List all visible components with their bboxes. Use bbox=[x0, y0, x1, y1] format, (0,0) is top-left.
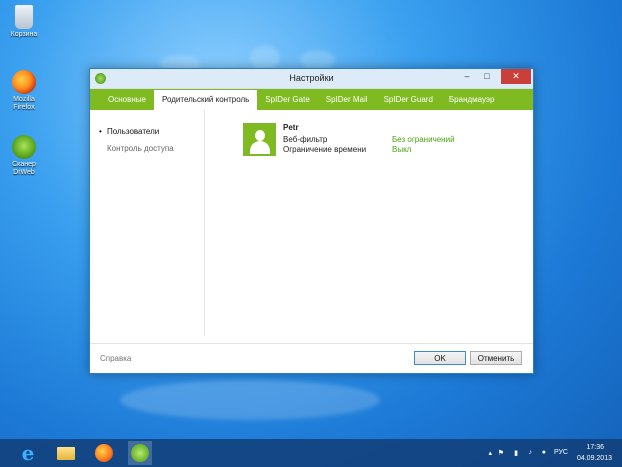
clock-time[interactable]: 17:36 bbox=[586, 444, 604, 451]
web-filter-value[interactable]: Без ограничений bbox=[392, 135, 455, 144]
tab-spider-guard[interactable]: SpIDer Guard bbox=[376, 89, 441, 110]
maximize-button[interactable]: □ bbox=[477, 69, 497, 84]
desktop-icon-firefox[interactable]: Mozilla Firefox bbox=[2, 70, 46, 112]
desktop-icon-drweb-scanner[interactable]: Сканер DrWeb bbox=[2, 135, 46, 177]
internet-explorer-icon[interactable]: e bbox=[16, 441, 40, 465]
dialog-footer: Справка OK Отменить bbox=[90, 343, 533, 373]
nav-item-users[interactable]: Пользователи bbox=[99, 127, 159, 136]
ok-button[interactable]: OK bbox=[414, 351, 466, 365]
settings-window: Настройки – □ ✕ Основные Родительский ко… bbox=[89, 68, 534, 374]
wallpaper-streak bbox=[120, 380, 380, 420]
drweb-scanner-icon bbox=[12, 135, 36, 159]
minimize-button[interactable]: – bbox=[457, 69, 477, 84]
tab-main[interactable]: Основные bbox=[100, 89, 154, 110]
drweb-icon[interactable] bbox=[128, 441, 152, 465]
desktop-icon-recycle-bin[interactable]: Корзина bbox=[2, 5, 46, 39]
clock-date[interactable]: 04.09.2013 bbox=[577, 455, 612, 462]
flag-icon[interactable]: ⚑ bbox=[498, 449, 504, 457]
desktop-icon-label: Mozilla Firefox bbox=[13, 96, 35, 111]
window-titlebar[interactable]: Настройки – □ ✕ bbox=[90, 69, 533, 89]
firefox-icon[interactable] bbox=[92, 441, 116, 465]
firefox-icon bbox=[12, 70, 36, 94]
settings-content: Пользователи Контроль доступа Petr Веб-ф… bbox=[90, 110, 533, 342]
volume-icon[interactable]: ♪ bbox=[529, 449, 533, 456]
close-button[interactable]: ✕ bbox=[501, 69, 531, 84]
help-link[interactable]: Справка bbox=[100, 354, 131, 363]
desktop-icon-label: Корзина bbox=[10, 31, 38, 38]
network-icon[interactable]: ▮ bbox=[514, 449, 518, 457]
drweb-tray-icon[interactable]: ● bbox=[542, 449, 546, 456]
language-indicator[interactable]: РУС bbox=[554, 449, 568, 456]
file-explorer-icon[interactable] bbox=[54, 441, 78, 465]
tray-arrow-icon[interactable]: ▴ bbox=[488, 449, 492, 457]
time-limit-label: Ограничение времени bbox=[283, 145, 367, 154]
recycle-bin-icon bbox=[15, 5, 33, 29]
user-avatar-icon bbox=[243, 123, 276, 156]
time-limit-value[interactable]: Выкл bbox=[392, 145, 411, 154]
wallpaper-streak bbox=[250, 45, 280, 70]
wallpaper-streak bbox=[300, 50, 335, 70]
desktop-icon-label: Сканер DrWeb bbox=[12, 161, 36, 176]
nav-item-access-control[interactable]: Контроль доступа bbox=[107, 144, 174, 153]
web-filter-label: Веб-фильтр bbox=[283, 135, 328, 144]
tab-spider-gate[interactable]: SpIDer Gate bbox=[257, 89, 317, 110]
cancel-button[interactable]: Отменить bbox=[470, 351, 522, 365]
taskbar: e ▴ ⚑ ▮ ♪ ● РУС 17:36 04.09.2013 bbox=[0, 439, 622, 467]
tab-firewall[interactable]: Брандмауэр bbox=[441, 89, 503, 110]
tab-parental-control[interactable]: Родительский контроль bbox=[153, 90, 258, 110]
tab-bar: Основные Родительский контроль SpIDer Ga… bbox=[90, 89, 533, 110]
user-name: Petr bbox=[283, 123, 299, 132]
left-nav: Пользователи Контроль доступа bbox=[90, 110, 205, 336]
tab-spider-mail[interactable]: SpIDer Mail bbox=[318, 89, 376, 110]
